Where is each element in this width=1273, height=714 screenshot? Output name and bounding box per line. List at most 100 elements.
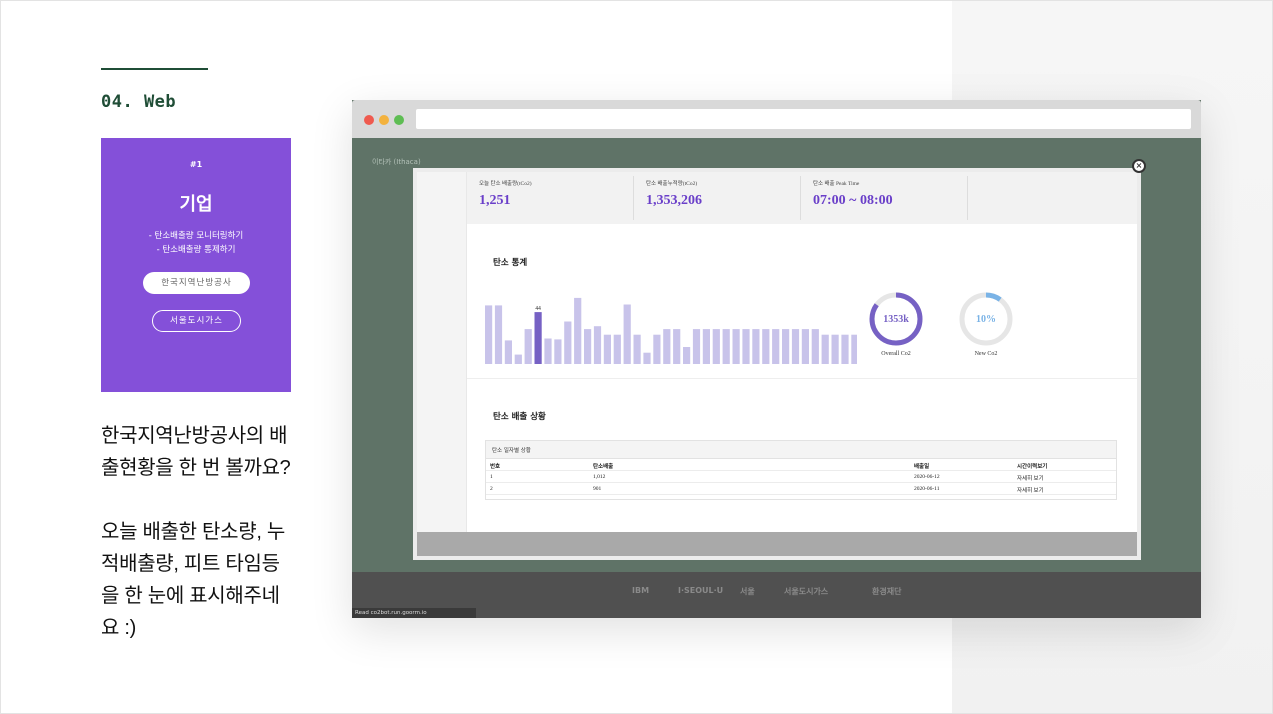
caption-line: 한국지역난방공사의 배 — [101, 425, 288, 447]
chart-bar — [811, 329, 819, 364]
logo-env-foundation: 환경재단 — [872, 587, 902, 596]
chart-bar — [554, 339, 562, 364]
chart-bar — [722, 329, 730, 364]
chart-bar — [851, 334, 857, 364]
chart-bar — [534, 312, 542, 364]
column-header: 번호 — [490, 464, 501, 470]
chart-bar — [494, 305, 503, 364]
stat-label: 오늘 탄소 배출량(tCo2) — [479, 181, 532, 187]
donut-value: 10% — [976, 314, 996, 325]
table-title: 탄소 일자별 상황 — [486, 441, 1116, 459]
logo-seoul-gas: 서울도시가스 — [784, 587, 829, 596]
chart-bar — [603, 334, 611, 364]
chart-bar — [772, 329, 780, 364]
column-header: 시간이력보기 — [1017, 464, 1048, 470]
chart-bar — [683, 347, 691, 364]
accent-line — [101, 68, 208, 70]
bar-data-label: 44 — [535, 306, 541, 312]
caption-paragraph: 한국지역난방공사의 배 출현황을 한 번 볼까요? — [101, 420, 316, 484]
caption-text: 한국지역난방공사의 배 출현황을 한 번 볼까요? 오늘 배출한 탄소량, 누 … — [101, 420, 316, 676]
logo-ibm: IBM — [632, 586, 650, 595]
detail-link[interactable]: 자세히 보기 — [1017, 474, 1044, 482]
chart-bar — [712, 329, 720, 364]
modal-sidebar — [417, 172, 467, 532]
chart-bar — [574, 297, 582, 364]
chart-bar — [504, 340, 512, 364]
chart-bar — [653, 334, 661, 364]
chart-bar — [692, 329, 701, 364]
chart-bar — [673, 329, 681, 364]
phone-mockup-card: #1 기업 - 탄소배출량 모니터링하기 - 탄소배출량 통제하기 한국지역난방… — [101, 138, 291, 392]
status-section-title: 탄소 배출 상황 — [493, 412, 546, 422]
chart-bar — [584, 329, 592, 364]
logo-iseoulu: I·SEOUL·U — [678, 586, 724, 595]
chart-bar — [613, 334, 621, 364]
chart-bar — [524, 329, 532, 364]
card-number: #1 — [189, 160, 203, 169]
dashboard-modal: 오늘 탄소 배출량(tCo2) 1,251 탄소 배출누적량(tCo2) 1,3… — [413, 168, 1141, 560]
caption-paragraph: 오늘 배출한 탄소량, 누 적배출량, 피트 타임등 을 한 눈에 표시해주네 … — [101, 516, 316, 644]
close-window-icon[interactable] — [364, 115, 374, 125]
card-description: - 탄소배출량 모니터링하기 - 탄소배출량 통제하기 — [101, 229, 291, 257]
logo-seoul: 서울 — [740, 587, 755, 596]
table-cell: 2020-06-12 — [914, 474, 940, 480]
modal-footer — [417, 532, 1137, 556]
chart-bar — [831, 334, 839, 364]
chart-bar — [841, 334, 849, 364]
donut-value: 1353k — [883, 314, 909, 325]
close-icon[interactable]: × — [1132, 159, 1146, 173]
stats-section-title: 탄소 통계 — [493, 258, 528, 268]
chart-bar — [732, 329, 740, 364]
section-divider — [467, 378, 1137, 379]
carbon-bar-chart: 44 — [485, 297, 857, 364]
caption-line: 적배출량, 피트 타임등 — [101, 553, 280, 575]
daily-carbon-table: 탄소 일자별 상황 번호 탄소배출 배출일 시간이력보기 1 1,012 202… — [485, 440, 1117, 500]
table-header-row: 번호 탄소배출 배출일 시간이력보기 — [486, 459, 1116, 471]
card-desc-line: - 탄소배출량 통제하기 — [156, 245, 236, 255]
chart-bar — [593, 326, 602, 364]
donut-caption: Overall Co2 — [881, 351, 911, 357]
chart-bar — [633, 334, 641, 364]
company-button-secondary[interactable]: 서울도시가스 — [152, 310, 241, 332]
section-title: 04. Web — [101, 92, 177, 112]
chart-bar — [514, 354, 522, 364]
column-header: 배출일 — [914, 464, 930, 470]
status-bar: Read co2bot.run.goorm.io — [352, 608, 476, 618]
stat-cumulative: 탄소 배출누적량(tCo2) 1,353,206 — [634, 172, 800, 224]
stat-value: 07:00 ~ 08:00 — [813, 193, 893, 208]
browser-window: 이타카 (Ithaca) 오늘 탄소 배출량(tCo2) 1,251 탄소 배출… — [352, 100, 1201, 618]
table-cell: 901 — [593, 486, 602, 492]
chart-bar — [544, 338, 552, 364]
chart-bar — [791, 329, 800, 364]
company-button-primary[interactable]: 한국지역난방공사 — [143, 272, 250, 294]
table-cell: 2 — [490, 486, 493, 492]
browser-titlebar — [352, 100, 1201, 138]
site-name: 이타카 (Ithaca) — [372, 158, 421, 166]
stat-value: 1,353,206 — [646, 193, 702, 208]
caption-line: 오늘 배출한 탄소량, 누 — [101, 521, 285, 543]
address-bar[interactable] — [416, 109, 1191, 129]
card-title: 기업 — [179, 194, 213, 215]
chart-bar — [702, 329, 710, 364]
card-desc-line: - 탄소배출량 모니터링하기 — [148, 231, 244, 241]
page-footer-logos: IBM I·SEOUL·U 서울 서울도시가스 환경재단 — [352, 572, 1201, 618]
caption-line: 출현황을 한 번 볼까요? — [101, 457, 291, 479]
stat-label: 탄소 배출 Peak Time — [813, 181, 860, 187]
maximize-window-icon[interactable] — [394, 115, 404, 125]
chart-bar — [623, 304, 631, 364]
chart-bar — [663, 329, 671, 364]
table-row: 2 901 2020-06-11 자세히 보기 — [486, 483, 1116, 495]
minimize-window-icon[interactable] — [379, 115, 389, 125]
chart-bar — [821, 334, 829, 364]
table-cell: 1 — [490, 474, 493, 480]
stat-value: 1,251 — [479, 193, 511, 208]
chart-bar — [564, 321, 572, 364]
detail-link[interactable]: 자세히 보기 — [1017, 486, 1044, 494]
chart-bar — [742, 329, 750, 364]
chart-bar — [485, 305, 493, 364]
caption-line: 요 :) — [101, 617, 136, 639]
donut-new: 10% — [959, 292, 1013, 346]
chart-bar — [782, 329, 790, 364]
chart-bar — [801, 329, 809, 364]
chart-bar — [752, 329, 760, 364]
